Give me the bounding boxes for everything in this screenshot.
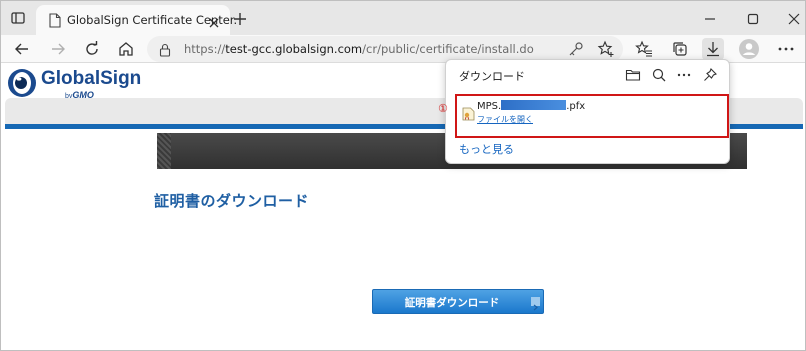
more-icon[interactable] xyxy=(676,67,692,83)
profile-icon[interactable] xyxy=(738,38,760,60)
tab-actions-icon[interactable] xyxy=(8,8,28,28)
certificate-download-label: 証明書ダウンロード xyxy=(404,297,500,309)
home-icon[interactable] xyxy=(117,40,135,58)
back-arrow-icon[interactable] xyxy=(13,40,31,58)
refresh-icon[interactable] xyxy=(83,40,101,58)
page-title: 証明書のダウンロード xyxy=(154,192,310,210)
url-text[interactable]: https://test-gcc.globalsign.com/cr/publi… xyxy=(184,42,534,56)
collections-icon[interactable] xyxy=(671,40,689,58)
plus-icon[interactable] xyxy=(233,11,247,25)
download-item[interactable]: ① MPS. .pfx ファイルを開く xyxy=(438,94,729,138)
tab-strip: GlobalSign Certificate Center. xyxy=(1,1,805,35)
close-icon[interactable] xyxy=(208,14,220,28)
tab-globalsign[interactable]: GlobalSign Certificate Center. xyxy=(36,5,237,35)
star-plus-icon[interactable] xyxy=(597,40,615,58)
search-icon[interactable] xyxy=(651,67,667,83)
globe-logo-icon xyxy=(8,69,36,97)
redacted-filename xyxy=(501,100,567,110)
maximize-icon[interactable] xyxy=(746,11,760,25)
more-icon[interactable] xyxy=(777,40,795,58)
favorites-icon[interactable] xyxy=(635,40,653,58)
downloads-panel: ダウンロード ① MPS. .pfx ファイルを開く もっと見る xyxy=(438,59,730,164)
folder-icon[interactable] xyxy=(625,67,641,83)
browser-window: GlobalSign Certificate Center. https://t… xyxy=(0,0,806,351)
forward-arrow-icon[interactable] xyxy=(49,40,67,58)
page-icon xyxy=(49,13,61,28)
open-file-link[interactable]: ファイルを開く xyxy=(477,114,533,125)
close-window-icon[interactable] xyxy=(787,11,801,25)
logo-wordmark: GlobalSign xyxy=(41,68,142,89)
lock-icon[interactable] xyxy=(159,42,171,57)
certificate-file-icon xyxy=(462,106,475,121)
globalsign-logo[interactable]: GlobalSign byGMO xyxy=(7,67,157,101)
minimize-icon[interactable] xyxy=(703,11,717,25)
certificate-download-button[interactable]: 証明書ダウンロード xyxy=(372,289,544,314)
key-icon[interactable] xyxy=(567,40,585,58)
downloads-title: ダウンロード xyxy=(459,70,525,83)
see-more-link[interactable]: もっと見る xyxy=(459,141,514,157)
chevron-right-icon xyxy=(531,297,540,311)
annotation-marker: ① xyxy=(438,102,448,115)
download-file-name: MPS. .pfx xyxy=(477,100,586,112)
download-icon[interactable] xyxy=(702,38,724,60)
pin-icon[interactable] xyxy=(702,67,718,83)
navigation-bar-edge xyxy=(157,133,171,169)
